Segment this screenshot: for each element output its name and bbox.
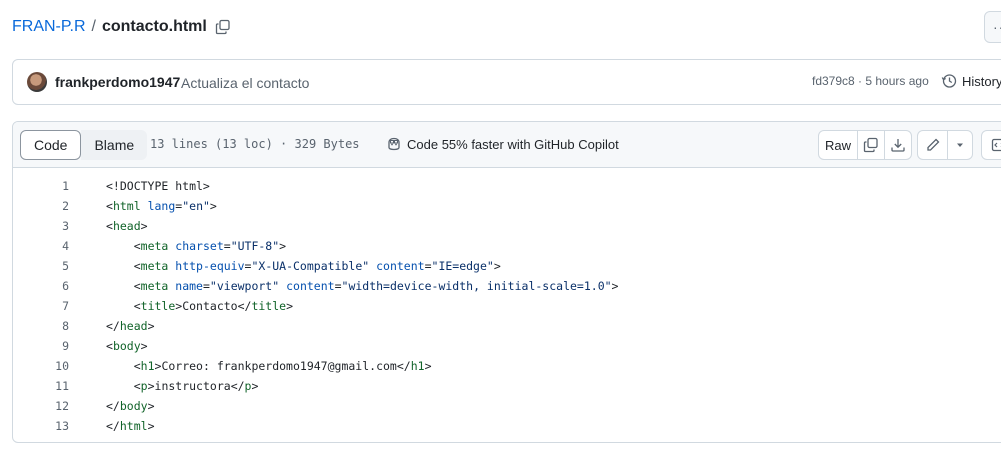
line-content: <p>instructora</p>	[133, 379, 259, 393]
line-content: <head>	[106, 219, 148, 233]
file-header: Code Blame 13 lines (13 loc) · 329 Bytes…	[13, 122, 1001, 168]
file-name: contacto.html	[101, 18, 207, 35]
code-line: 2 <html lang="en">	[13, 196, 1001, 216]
line-content: <meta charset="UTF-8">	[133, 239, 287, 253]
line-content: </body>	[106, 399, 155, 413]
copilot-icon	[388, 137, 400, 151]
code-line: 10 <h1>Correo: frankperdomo1947@gmail.co…	[13, 356, 1001, 376]
copy-icon	[863, 137, 878, 153]
more-options-button[interactable]: ···	[984, 11, 1001, 43]
file-info: 13 lines (13 loc) · 329 Bytes	[150, 137, 360, 151]
copy-raw-button[interactable]	[858, 131, 885, 159]
line-number[interactable]: 6	[13, 279, 69, 293]
code-line: 7 <title>Contacto</title>	[13, 296, 1001, 316]
code-line: 1 <!DOCTYPE html>	[13, 176, 1001, 196]
avatar[interactable]	[27, 72, 47, 92]
pencil-icon	[927, 138, 940, 151]
code-line: 6 <meta name="viewport" content="width=d…	[13, 276, 1001, 296]
line-number[interactable]: 7	[13, 299, 69, 313]
code-line: 11 <p>instructora</p>	[13, 376, 1001, 396]
code-line: 3 <head>	[13, 216, 1001, 236]
line-number[interactable]: 3	[13, 219, 69, 233]
line-content: </head>	[106, 319, 155, 333]
breadcrumb: FRAN-P.R / contacto.html	[12, 16, 231, 38]
raw-button[interactable]: Raw	[819, 131, 858, 159]
line-number[interactable]: 10	[13, 359, 69, 373]
triangle-down-icon	[957, 143, 964, 147]
copilot-link[interactable]: Code 55% faster with GitHub Copilot	[386, 136, 619, 152]
history-icon	[941, 74, 957, 88]
line-number[interactable]: 9	[13, 339, 69, 353]
file-viewer: Code Blame 13 lines (13 loc) · 329 Bytes…	[12, 121, 1001, 443]
line-content: </html>	[106, 419, 155, 433]
line-content: <title>Contacto</title>	[133, 299, 294, 313]
commit-message[interactable]: Actualiza el contacto	[181, 75, 309, 91]
commit-author[interactable]: frankperdomo1947	[55, 74, 180, 90]
latest-commit-box: frankperdomo1947 Actualiza el contacto f…	[12, 59, 1001, 105]
line-number[interactable]: 1	[13, 179, 69, 193]
line-number[interactable]: 8	[13, 319, 69, 333]
line-number[interactable]: 4	[13, 239, 69, 253]
copilot-label: Code 55% faster with GitHub Copilot	[407, 136, 619, 152]
commit-sha-time[interactable]: fd379c8 · 5 hours ago	[812, 74, 929, 88]
edit-button[interactable]	[918, 131, 949, 159]
line-content: <!DOCTYPE html>	[106, 179, 210, 193]
download-icon	[891, 139, 905, 152]
line-number[interactable]: 12	[13, 399, 69, 413]
code-line: 13 </html>	[13, 416, 1001, 436]
symbols-panel-button[interactable]	[981, 130, 1001, 160]
tab-code[interactable]: Code	[20, 130, 82, 160]
edit-dropdown-button[interactable]	[948, 131, 972, 159]
file-actions: Raw	[818, 130, 912, 160]
tab-blame[interactable]: Blame	[81, 130, 148, 160]
history-button[interactable]: History	[941, 73, 1001, 89]
history-label: History	[962, 73, 1001, 89]
line-content: <meta http-equiv="X-UA-Compatible" conte…	[133, 259, 501, 273]
line-content: <body>	[106, 339, 148, 353]
download-button[interactable]	[885, 131, 911, 159]
line-number[interactable]: 11	[13, 379, 69, 393]
line-content: <html lang="en">	[106, 199, 217, 213]
line-number[interactable]: 13	[13, 419, 69, 433]
copy-path-icon[interactable]	[215, 19, 231, 35]
repo-link[interactable]: FRAN-P.R	[12, 18, 86, 36]
line-content: <h1>Correo: frankperdomo1947@gmail.com</…	[133, 359, 432, 373]
code-line: 12 </body>	[13, 396, 1001, 416]
view-toggle: Code Blame	[20, 130, 148, 160]
line-content: <meta name="viewport" content="width=dev…	[133, 279, 619, 293]
symbols-icon	[991, 138, 1001, 152]
code-line: 4 <meta charset="UTF-8">	[13, 236, 1001, 256]
line-number[interactable]: 5	[13, 259, 69, 273]
edit-actions	[917, 130, 973, 160]
breadcrumb-separator: /	[91, 18, 96, 35]
code-line: 9 <body>	[13, 336, 1001, 356]
line-number[interactable]: 2	[13, 199, 69, 213]
code-view: 1 <!DOCTYPE html> 2 <html lang="en"> 3 <head>…	[13, 176, 1001, 436]
code-line: 5 <meta http-equiv="X-UA-Compatible" con…	[13, 256, 1001, 276]
code-line: 8 </head>	[13, 316, 1001, 336]
kebab-icon: ···	[993, 19, 1001, 35]
